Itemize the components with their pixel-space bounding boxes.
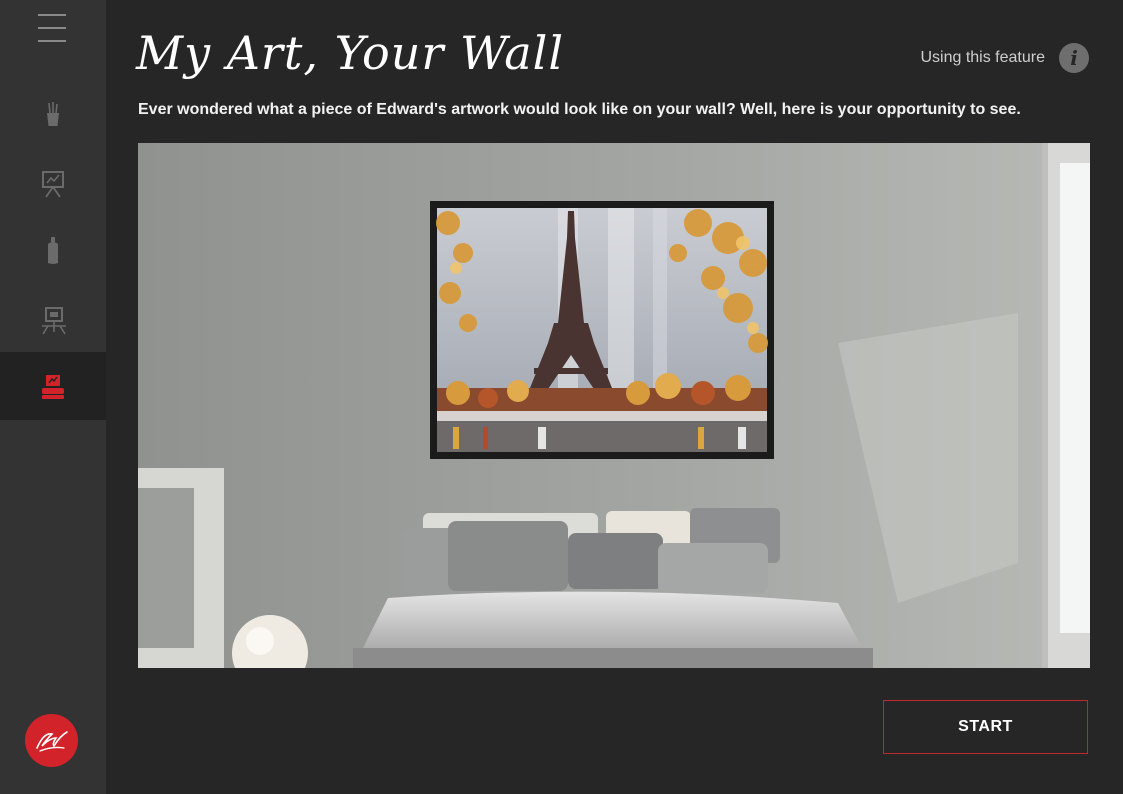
sofa-art-icon [42, 375, 64, 399]
sidebar-item-gallery[interactable] [0, 284, 106, 352]
brush-cup-icon [47, 102, 59, 126]
easel-stand-icon [42, 307, 66, 335]
help-label: Using this feature [920, 49, 1045, 66]
room-preview-image [138, 143, 1090, 668]
sidebar-item-paint[interactable] [0, 216, 106, 284]
start-button[interactable]: START [883, 700, 1088, 754]
info-icon[interactable]: i [1059, 43, 1089, 73]
hamburger-menu-icon[interactable] [38, 12, 66, 44]
help-link[interactable]: Using this feature i [920, 42, 1089, 74]
sidebar-item-my-art-your-wall[interactable] [0, 352, 106, 420]
sidebar-item-brushes[interactable] [0, 80, 106, 148]
page-title: My Art, Your Wall [136, 26, 565, 80]
sidebar [0, 0, 106, 794]
signature-logo-button[interactable] [25, 714, 78, 767]
signature-logo-icon [36, 731, 68, 752]
paint-tube-icon [48, 237, 58, 264]
easel-board-icon [42, 171, 64, 198]
sidebar-item-presentation[interactable] [0, 148, 106, 216]
intro-text: Ever wondered what a piece of Edward's a… [138, 101, 1021, 118]
